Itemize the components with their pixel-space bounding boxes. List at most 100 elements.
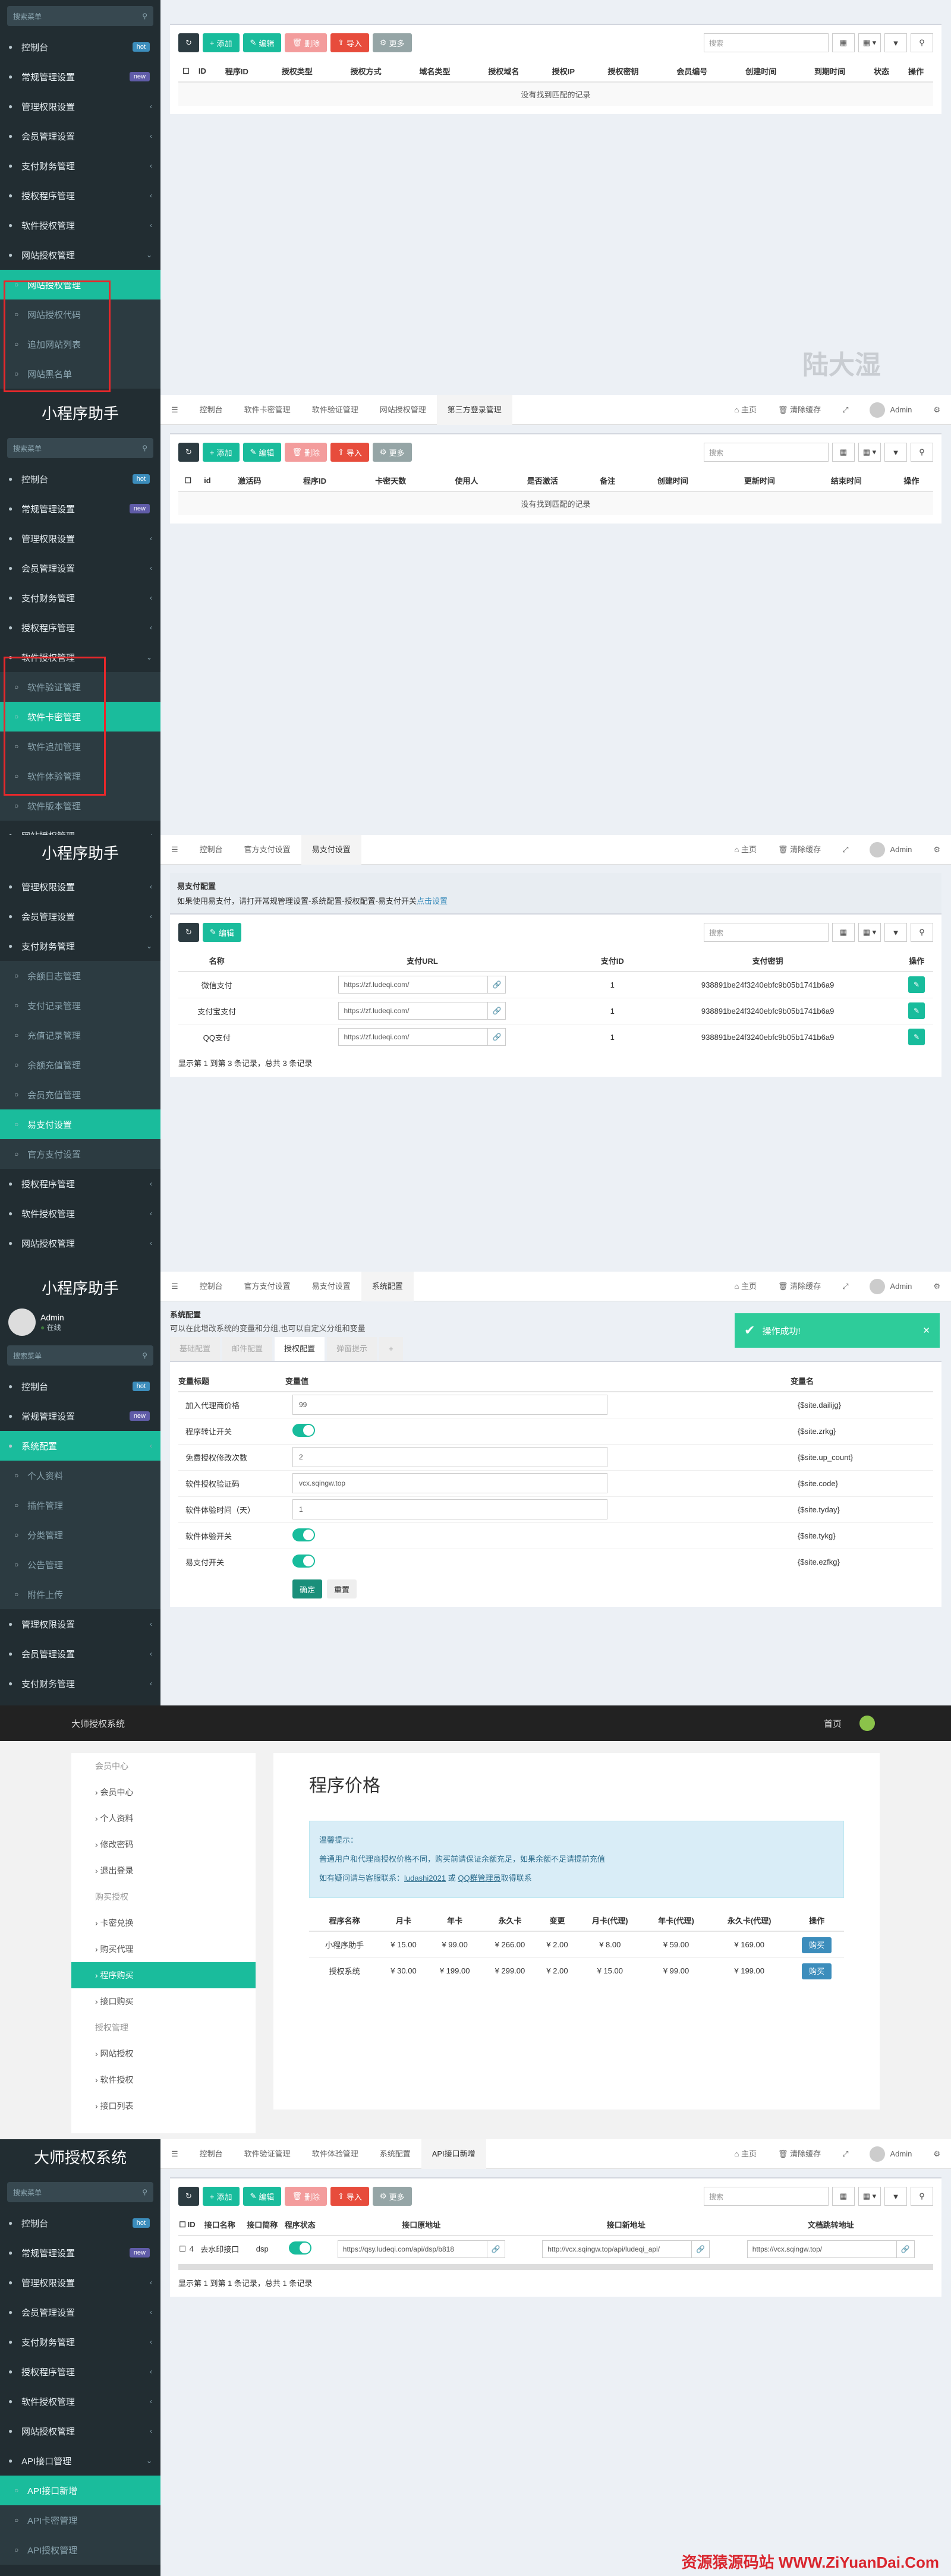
column-header[interactable]: id: [197, 470, 218, 492]
import-button[interactable]: ⇧ 导入: [330, 2187, 369, 2206]
tab-0[interactable]: 控制台: [189, 395, 234, 425]
sidebar-item-5[interactable]: ● 授权程序管理 ‹: [0, 181, 160, 210]
sidebar-search[interactable]: 搜索菜单 ⚲: [7, 2182, 153, 2202]
tab-1[interactable]: 软件卡密管理: [234, 395, 301, 425]
sidebar-item-0[interactable]: ● 控制台 hot: [0, 1371, 160, 1401]
column-header[interactable]: 是否激活: [499, 470, 586, 492]
column-header[interactable]: 文档跳转地址: [728, 2214, 933, 2236]
sidebar-item-3[interactable]: ○ 个人资料: [0, 1461, 160, 1490]
delete-button[interactable]: 🗑 删除: [285, 33, 327, 52]
fullscreen-icon[interactable]: ⤢: [832, 835, 859, 865]
tab-4[interactable]: API接口新增: [421, 2139, 486, 2169]
sidebar-item-9[interactable]: ○ API接口新增: [0, 2476, 160, 2505]
add-button[interactable]: + 添加: [202, 33, 240, 52]
fullscreen-icon[interactable]: ⤢: [832, 395, 859, 425]
add-tab-icon[interactable]: +: [379, 1337, 403, 1361]
import-button[interactable]: ⇧ 导入: [330, 443, 369, 462]
menu-toggle-icon[interactable]: ☰: [160, 2139, 189, 2169]
sidebar-item-4[interactable]: ● 支付财务管理 ‹: [0, 151, 160, 181]
column-header[interactable]: 操作: [898, 61, 933, 83]
tab-2[interactable]: 软件体验管理: [301, 2139, 369, 2169]
column-header[interactable]: 授权密钥: [588, 61, 658, 83]
sidebar-search[interactable]: 搜索菜单 ⚲: [7, 6, 153, 26]
home-link[interactable]: 首页: [824, 1717, 842, 1730]
tab-3[interactable]: 系统配置: [361, 1272, 414, 1301]
tab-3[interactable]: 网站授权管理: [369, 395, 437, 425]
settings-icon[interactable]: ⚙: [922, 835, 951, 865]
column-header[interactable]: ID: [193, 61, 211, 83]
contact-link[interactable]: ludashi2021: [404, 1874, 446, 1883]
user-menu[interactable]: Admin: [859, 835, 922, 865]
user-menu[interactable]: Admin: [859, 395, 922, 425]
sidebar-item-7[interactable]: ● 网站授权管理 ⌄: [0, 240, 160, 270]
user-menu[interactable]: Admin: [859, 1272, 922, 1301]
sidebar-item-2[interactable]: ● 管理权限设置 ‹: [0, 2268, 160, 2297]
close-icon[interactable]: ✕: [922, 1325, 930, 1336]
table-search-input[interactable]: 搜索: [704, 33, 829, 52]
edit-button[interactable]: ✎ 编辑: [243, 2187, 282, 2206]
column-header[interactable]: 授权方式: [331, 61, 401, 83]
table-row[interactable]: 微信支付 https://zf.ludeqi.com/ 🔗 1 938891be24f3…: [178, 971, 933, 998]
column-header[interactable]: 年卡: [427, 1910, 483, 1932]
table-row[interactable]: 支付宝支付 https://zf.ludeqi.com/ 🔗 1 938891be24f…: [178, 997, 933, 1024]
config-input[interactable]: 99: [292, 1395, 607, 1415]
column-header[interactable]: 支付URL: [255, 950, 590, 972]
table-row[interactable]: QQ支付 https://zf.ludeqi.com/ 🔗 1 938891be24f3…: [178, 1023, 933, 1050]
sidebar-item-0[interactable]: ● 控制台 hot: [0, 32, 160, 62]
tab-0[interactable]: 控制台: [189, 1272, 234, 1301]
sidebar-item-2[interactable]: ● 管理权限设置 ‹: [0, 524, 160, 553]
clear-cache-button[interactable]: 🗑 清除缓存: [767, 2139, 832, 2169]
sidebar-item-1[interactable]: ● 常规管理设置 new: [0, 1401, 160, 1431]
link-icon[interactable]: 🔗: [691, 2240, 709, 2258]
tab-2[interactable]: 软件验证管理: [301, 395, 369, 425]
home-link[interactable]: ⌂ 主页: [723, 395, 767, 425]
user-menu-item[interactable]: › 购买代理: [71, 1936, 256, 1962]
sidebar-item-0[interactable]: ● 控制台 hot: [0, 2208, 160, 2238]
sidebar-item-10[interactable]: ● 授权程序管理 ‹: [0, 1169, 160, 1199]
sidebar-item-1[interactable]: ● 会员管理设置 ‹: [0, 901, 160, 931]
column-header[interactable]: 月卡(代理): [577, 1910, 643, 1932]
sidebar-item-0[interactable]: ● 控制台 hot: [0, 464, 160, 494]
link-icon[interactable]: 🔗: [487, 976, 505, 994]
sidebar-item-1[interactable]: ● 常规管理设置 new: [0, 494, 160, 524]
fullscreen-icon[interactable]: ⤢: [832, 1272, 859, 1301]
search-toggle-button[interactable]: ⚲: [911, 33, 933, 52]
sidebar-item-6[interactable]: ● 软件授权管理 ‹: [0, 2386, 160, 2416]
config-input[interactable]: vcx.sqingw.top: [292, 1473, 607, 1493]
export-button[interactable]: ▼: [884, 33, 907, 52]
column-header[interactable]: 授权域名: [469, 61, 539, 83]
tab-2[interactable]: 易支付设置: [301, 835, 361, 865]
sidebar-item-7[interactable]: ● 网站授权管理 ‹: [0, 2416, 160, 2446]
column-header[interactable]: 到期时间: [795, 61, 864, 83]
column-header[interactable]: 程序状态: [281, 2214, 319, 2236]
delete-button[interactable]: 🗑 删除: [285, 2187, 327, 2206]
sidebar-item-7[interactable]: ○ 会员充值管理: [0, 1080, 160, 1109]
clear-cache-button[interactable]: 🗑 清除缓存: [767, 835, 832, 865]
config-input[interactable]: 1: [292, 1499, 607, 1519]
edit-icon[interactable]: ✎: [908, 1002, 925, 1019]
sidebar-item-5[interactable]: ● 授权程序管理 ‹: [0, 613, 160, 642]
column-header[interactable]: 接口原地址: [319, 2214, 524, 2236]
add-button[interactable]: + 添加: [202, 443, 240, 462]
column-header[interactable]: ID: [187, 2214, 197, 2236]
column-header[interactable]: 使用人: [434, 470, 499, 492]
edit-button[interactable]: ✎ 编辑: [243, 33, 282, 52]
column-header[interactable]: 会员编号: [657, 61, 727, 83]
column-header[interactable]: 名称: [178, 950, 256, 972]
clear-cache-button[interactable]: 🗑 清除缓存: [767, 1272, 832, 1301]
column-header[interactable]: 程序ID: [210, 61, 263, 83]
search-toggle-button[interactable]: ⚲: [911, 923, 933, 942]
more-button[interactable]: ⚙ 更多: [372, 33, 412, 52]
pay-url-field[interactable]: https://zf.ludeqi.com/ 🔗: [338, 976, 506, 994]
sidebar-item-1[interactable]: ● 常规管理设置 new: [0, 62, 160, 92]
sidebar-item-3[interactable]: ● 会员管理设置 ‹: [0, 2297, 160, 2327]
sidebar-item-9[interactable]: ● 会员管理设置 ‹: [0, 1639, 160, 1669]
sidebar-item-8[interactable]: ○ 易支付设置: [0, 1109, 160, 1139]
user-menu-item[interactable]: › 网站授权: [71, 2041, 256, 2067]
more-button[interactable]: ⚙ 更多: [372, 443, 412, 462]
column-header[interactable]: 程序ID: [282, 470, 348, 492]
column-header[interactable]: 接口名称: [196, 2214, 244, 2236]
sidebar-item-8[interactable]: ● 管理权限设置 ‹: [0, 1609, 160, 1639]
table-row[interactable]: ☐ 4 去水印接口 dsp https://qsy.ludeqi.com/api…: [178, 2235, 933, 2262]
tab-3[interactable]: 系统配置: [369, 2139, 421, 2169]
